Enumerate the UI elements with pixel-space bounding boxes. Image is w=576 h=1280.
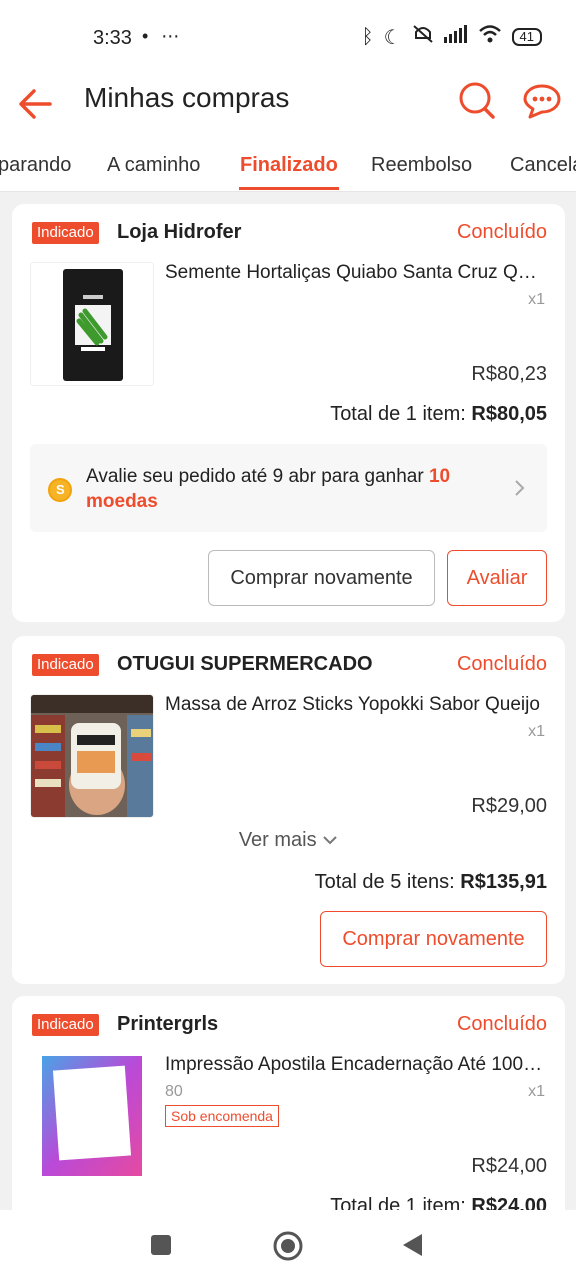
review-reward-banner[interactable]: Avalie seu pedido até 9 abr para ganhar …: [30, 444, 547, 532]
coin-icon: [48, 478, 72, 502]
shop-name[interactable]: OTUGUI SUPERMERCADO: [117, 653, 373, 676]
tab-a-caminho[interactable]: A caminho: [107, 154, 200, 177]
see-more-label: Ver mais: [238, 829, 317, 851]
chevron-right-icon: [515, 480, 525, 496]
status-bar: 3:33 • ⋯ ᛒ ☾ 41: [0, 0, 576, 74]
signal-icon: [443, 25, 468, 49]
apostila-cover-image: [42, 1056, 142, 1176]
product-thumbnail[interactable]: [30, 1054, 154, 1178]
product-name[interactable]: Semente Hortaliças Quiabo Santa Cruz Qui…: [165, 262, 545, 284]
order-card[interactable]: Indicado Printergrls Concluído Impressão…: [12, 996, 565, 1226]
tab-reembolso[interactable]: Reembolso: [371, 154, 472, 177]
product-qty: x1: [528, 291, 545, 308]
order-card[interactable]: Indicado OTUGUI SUPERMERCADO Concluído M…: [12, 636, 565, 984]
product-name[interactable]: Massa de Arroz Sticks Yopokki Sabor Quei…: [165, 694, 545, 716]
product-price: R$24,00: [471, 1155, 547, 1177]
product-qty: x1: [528, 1083, 545, 1100]
rate-button[interactable]: Avaliar: [447, 550, 547, 606]
shop-name[interactable]: Loja Hidrofer: [117, 221, 241, 244]
tab-cancelado[interactable]: Cancela: [510, 154, 576, 177]
total-label: Total de 1 item:: [330, 403, 472, 425]
mute-icon: [412, 24, 434, 50]
battery-icon: 41: [511, 28, 542, 46]
notification-icons: • ⋯: [142, 26, 184, 46]
product-price: R$80,23: [471, 363, 547, 385]
moon-icon: ☾: [383, 26, 402, 49]
arrow-left-icon: [19, 89, 52, 119]
recent-apps-square-icon[interactable]: [150, 1234, 172, 1256]
order-status-tabs: parando A caminho Finalizado Reembolso C…: [0, 134, 576, 192]
system-nav-bar: [0, 1210, 576, 1280]
chat-button[interactable]: [522, 82, 562, 120]
product-name[interactable]: Impressão Apostila Encadernação Até 100 …: [165, 1054, 545, 1076]
product-thumbnail[interactable]: [30, 262, 154, 386]
tab-preparando[interactable]: parando: [0, 154, 71, 177]
product-qty: x1: [528, 723, 545, 740]
product-price: R$29,00: [471, 795, 547, 817]
buy-again-button[interactable]: Comprar novamente: [208, 550, 435, 606]
order-status: Concluído: [456, 1013, 547, 1035]
total-value: R$80,05: [471, 403, 547, 425]
order-total: Total de 1 item: R$80,05: [330, 403, 547, 426]
seed-pack-image: [31, 263, 153, 385]
shop-name[interactable]: Printergrls: [117, 1013, 218, 1036]
order-status: Concluído: [456, 221, 547, 243]
indicado-badge: Indicado: [32, 1014, 99, 1036]
app-header: Minhas compras: [0, 74, 576, 134]
order-status: Concluído: [456, 653, 547, 675]
search-button[interactable]: [458, 80, 496, 120]
active-tab-indicator: [239, 187, 339, 190]
chat-icon: [523, 84, 561, 119]
back-button[interactable]: [16, 82, 56, 122]
home-circle-icon[interactable]: [272, 1230, 304, 1262]
tab-finalizado[interactable]: Finalizado: [240, 154, 338, 177]
wifi-icon: [478, 24, 502, 50]
product-variant: 80: [165, 1083, 183, 1100]
status-right-icons: ᛒ ☾ 41: [362, 24, 542, 50]
see-more-link[interactable]: Ver mais: [12, 829, 565, 852]
chevron-down-icon: [323, 836, 337, 845]
indicado-badge: Indicado: [32, 222, 99, 244]
search-icon: [459, 82, 495, 119]
total-label: Total de 5 itens:: [314, 871, 461, 893]
buy-again-button[interactable]: Comprar novamente: [320, 911, 547, 967]
total-value: R$135,91: [460, 871, 547, 893]
page-title: Minhas compras: [84, 82, 290, 113]
bluetooth-icon: ᛒ: [361, 25, 374, 48]
supermarket-product-image: [31, 695, 153, 817]
pre-order-tag: Sob encomenda: [165, 1105, 279, 1127]
reward-message: Avalie seu pedido até 9 abr para ganhar: [86, 466, 429, 487]
order-total: Total de 5 itens: R$135,91: [315, 871, 547, 894]
order-card[interactable]: Indicado Loja Hidrofer Concluído Semente…: [12, 204, 565, 622]
indicado-badge: Indicado: [32, 654, 99, 676]
reward-text: Avalie seu pedido até 9 abr para ganhar …: [86, 464, 506, 514]
status-time: 3:33: [93, 27, 132, 49]
product-thumbnail[interactable]: [30, 694, 154, 818]
back-triangle-icon[interactable]: [400, 1232, 424, 1258]
